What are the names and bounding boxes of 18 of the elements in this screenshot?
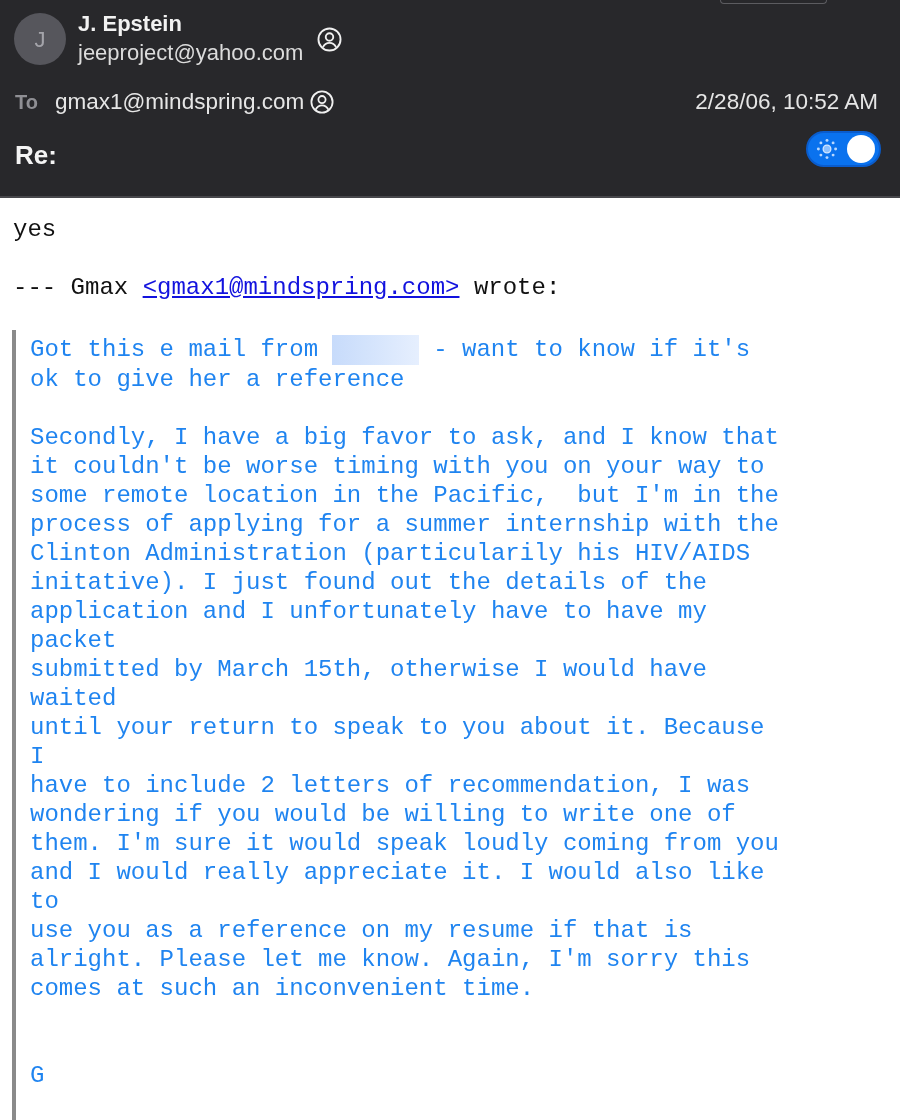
subject-title: Re: (15, 138, 57, 172)
to-label: To (15, 90, 39, 115)
attribution-line: --- Gmax <gmax1@mindspring.com> wrote: (13, 272, 561, 302)
email-link[interactable]: <gmax1@mindspring.com> (142, 273, 460, 301)
appearance-toggle[interactable] (806, 131, 881, 167)
toggle-knob (847, 135, 875, 163)
sender-email: jeeproject@yahoo.com (78, 39, 304, 67)
sender-name: J. Epstein (78, 10, 183, 38)
person-icon[interactable] (317, 26, 343, 52)
quoted-paragraph: Got this e mail from - want to know if it's ok to give her a reference (30, 335, 751, 394)
sun-icon (816, 138, 838, 160)
person-icon[interactable] (310, 90, 335, 114)
reply-text: yes (13, 214, 57, 244)
signature-text: G (30, 1061, 45, 1090)
avatar: J (14, 13, 66, 65)
quoted-paragraph: Secondly, I have a big favor to ask, and I know that it couldn't be worse timing with you on your way to some remote location in the Pacific, but I'm in the process of applying for a summer internship with the Clinton Administration (particularily his HIV/AIDS initative). I just found out the details of the application and I unfortunately have to have my packet submitted by March 15th, otherwise I would have waited until your return to speak to you about it. Because I have to include 2 letters of recommendation, I was wondering if you would be willing to write one of them. I'm sure it would speak loudly coming from you and I would really appreciate it. I would also like to use you as a reference on my resume if that is alright. Please let me know. Again, I'm sorry this comes at such an inconvenient time. (30, 423, 779, 1003)
recipient-email: gmax1@mindspring.com (55, 88, 305, 117)
date-time: 2/28/06, 10:52 AM (695, 88, 878, 117)
